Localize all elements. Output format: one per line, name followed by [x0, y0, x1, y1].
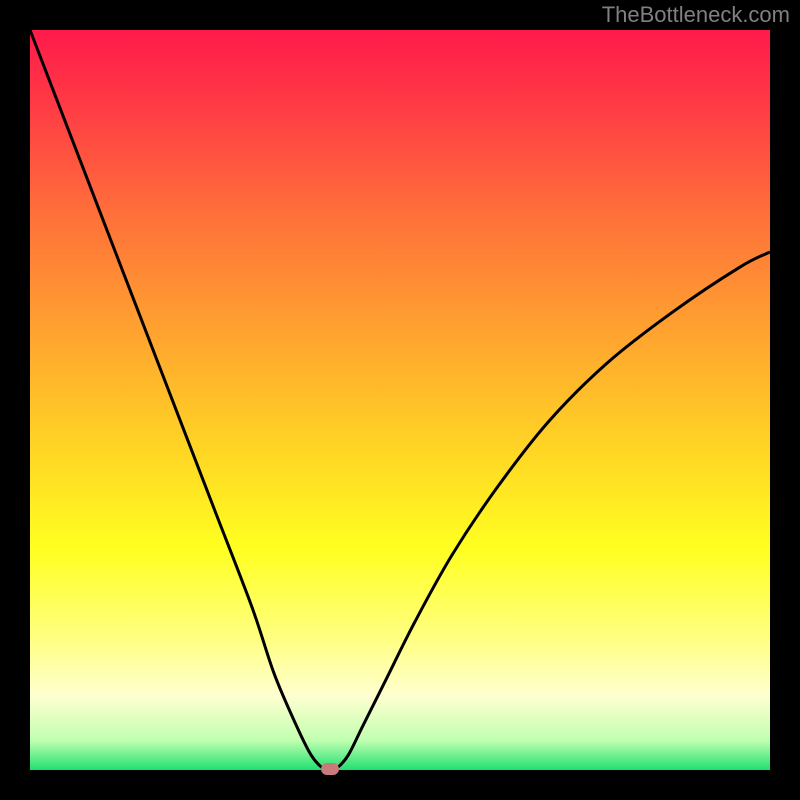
chart-frame: TheBottleneck.com [0, 0, 800, 800]
optimum-marker [321, 763, 339, 775]
plot-area [30, 30, 770, 770]
bottleneck-curve [30, 30, 770, 770]
watermark-text: TheBottleneck.com [602, 2, 790, 28]
